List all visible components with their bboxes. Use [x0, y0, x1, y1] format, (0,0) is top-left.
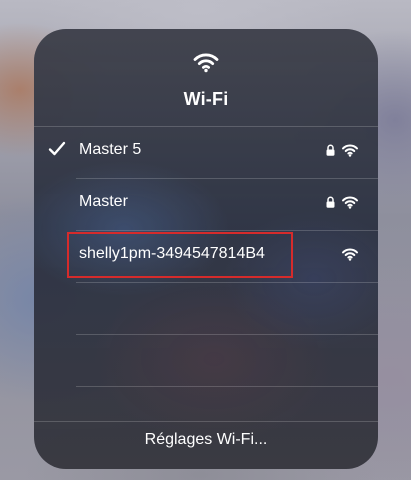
network-row-master[interactable]: Master [34, 178, 378, 230]
checkmark-icon [48, 141, 66, 156]
wifi-settings-label: Réglages Wi-Fi... [144, 431, 268, 448]
divider [76, 386, 378, 387]
wifi-icon [193, 53, 219, 73]
network-name: Master 5 [79, 141, 142, 158]
network-row-master-5[interactable]: Master 5 [34, 126, 378, 178]
wifi-panel: Wi-Fi Master 5 Master shelly1pm-34945478… [34, 29, 378, 469]
wifi-signal-icon [341, 248, 359, 261]
panel-title: Wi-Fi [183, 89, 229, 109]
network-name: Master [79, 193, 128, 210]
wifi-signal-icon [341, 144, 359, 157]
wifi-header: Wi-Fi [34, 29, 378, 126]
lock-icon [326, 144, 335, 156]
wifi-settings-button[interactable]: Réglages Wi-Fi... [34, 421, 378, 469]
divider [76, 282, 378, 283]
highlight-box [67, 232, 293, 278]
wifi-signal-icon [341, 196, 359, 209]
divider [76, 334, 378, 335]
lock-icon [326, 196, 335, 208]
